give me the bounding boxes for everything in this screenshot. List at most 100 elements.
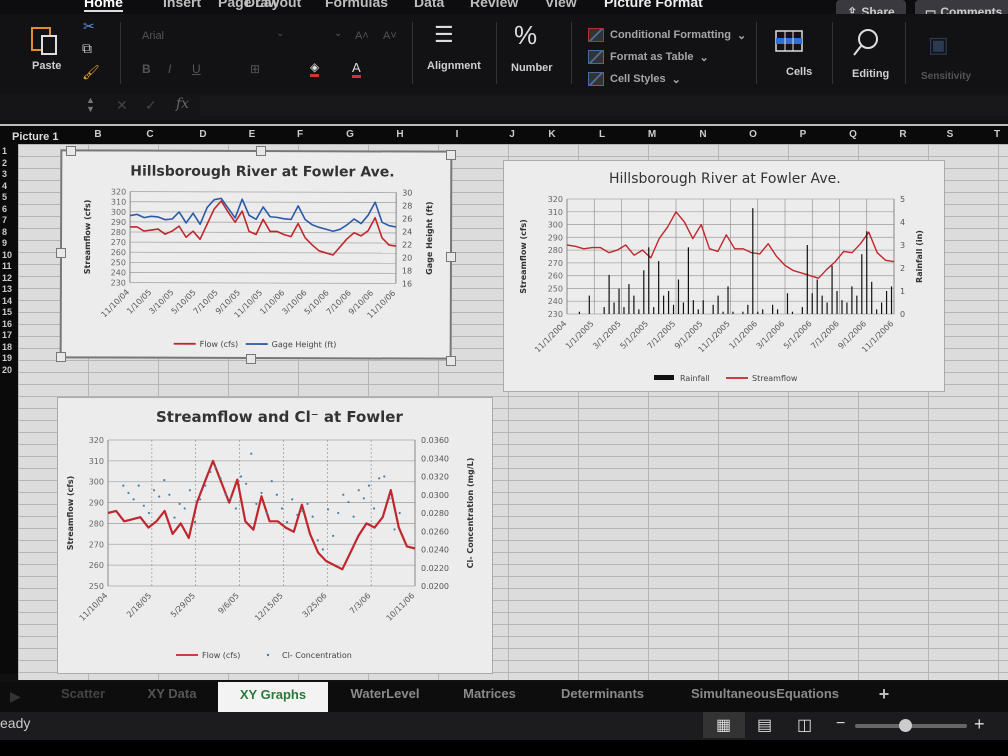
sheet-tab-scatter[interactable]: Scatter bbox=[58, 686, 108, 701]
column-header[interactable]: N bbox=[693, 129, 713, 140]
column-header[interactable]: B bbox=[88, 129, 108, 140]
column-header[interactable]: E bbox=[242, 129, 262, 140]
scroll-sheets-icon[interactable]: ▶ bbox=[10, 688, 21, 705]
page-layout-view-icon[interactable]: ▤ bbox=[757, 715, 772, 735]
cells-label[interactable]: Cells bbox=[786, 66, 812, 78]
row-header[interactable]: 9 bbox=[2, 238, 7, 248]
tab-data[interactable]: Data bbox=[414, 0, 444, 10]
resize-handle[interactable] bbox=[446, 150, 456, 160]
row-header[interactable]: 13 bbox=[2, 284, 12, 294]
sheet-tab-waterlevel[interactable]: WaterLevel bbox=[340, 686, 430, 701]
number-percent-icon[interactable]: % bbox=[514, 20, 537, 51]
resize-handle[interactable] bbox=[246, 354, 256, 364]
add-sheet-button[interactable]: + bbox=[872, 684, 896, 705]
y-tick-label: 290 bbox=[548, 233, 563, 242]
sheet-tab-simultaneousequations[interactable]: SimultaneousEquations bbox=[680, 686, 850, 701]
row-header[interactable]: 7 bbox=[2, 215, 7, 225]
row-header[interactable]: 12 bbox=[2, 273, 12, 283]
y2-tick-label: 16 bbox=[402, 280, 412, 289]
search-icon[interactable] bbox=[852, 28, 880, 58]
row-header[interactable]: 4 bbox=[2, 181, 7, 191]
column-header[interactable]: C bbox=[140, 129, 160, 140]
column-header[interactable]: L bbox=[592, 129, 612, 140]
chart-rainfall-streamflow[interactable]: Hillsborough River at Fowler Ave. 320 310… bbox=[503, 160, 945, 392]
column-header[interactable]: I bbox=[447, 129, 467, 140]
series-line-gage-height-ft- bbox=[130, 197, 397, 233]
sheet-tab-xy-data[interactable]: XY Data bbox=[140, 686, 204, 701]
format-painter-icon[interactable]: 🖌 bbox=[82, 64, 100, 81]
chart-flow-gage[interactable]: Hillsborough River at Fowler Ave. 320 310… bbox=[59, 149, 453, 360]
font-color-icon[interactable]: A bbox=[352, 60, 361, 78]
column-header[interactable]: R bbox=[893, 129, 913, 140]
zoom-in-button[interactable]: + bbox=[974, 714, 985, 735]
tab-review[interactable]: Review bbox=[470, 0, 518, 10]
resize-handle[interactable] bbox=[446, 252, 456, 262]
format-as-table-button[interactable]: Format as Table ⌄ bbox=[588, 50, 709, 64]
page-break-view-icon[interactable]: ◫ bbox=[797, 715, 812, 735]
namebox-stepper-icon[interactable]: ▲ ▼ bbox=[86, 96, 95, 114]
row-header[interactable]: 18 bbox=[2, 342, 12, 352]
row-header[interactable]: 8 bbox=[2, 227, 7, 237]
column-header[interactable]: O bbox=[743, 129, 763, 140]
conditional-formatting-button[interactable]: Conditional Formatting ⌄ bbox=[588, 28, 746, 42]
name-box[interactable]: Picture 1 bbox=[12, 131, 58, 143]
cells-icon[interactable] bbox=[775, 28, 805, 54]
column-header[interactable]: M bbox=[642, 129, 662, 140]
row-header[interactable]: 10 bbox=[2, 250, 12, 260]
column-header[interactable]: T bbox=[987, 129, 1007, 140]
tab-view[interactable]: View bbox=[545, 0, 577, 10]
alignment-icon[interactable]: ☰ bbox=[434, 24, 454, 46]
row-header[interactable]: 11 bbox=[2, 261, 12, 271]
zoom-out-button[interactable]: − bbox=[836, 715, 845, 733]
resize-handle[interactable] bbox=[446, 356, 456, 366]
column-header[interactable]: D bbox=[193, 129, 213, 140]
column-header[interactable]: P bbox=[793, 129, 813, 140]
fx-icon: fx bbox=[176, 96, 190, 112]
cut-icon[interactable]: ✂ bbox=[83, 18, 95, 35]
row-header[interactable]: 3 bbox=[2, 169, 7, 179]
column-header[interactable]: H bbox=[390, 129, 410, 140]
column-header[interactable]: S bbox=[940, 129, 960, 140]
tab-insert[interactable]: Insert bbox=[163, 0, 201, 10]
number-label[interactable]: Number bbox=[511, 62, 553, 74]
row-header[interactable]: 1 bbox=[2, 146, 7, 156]
resize-handle[interactable] bbox=[56, 352, 66, 362]
sheet-tab-xy-graphs[interactable]: XY Graphs bbox=[218, 682, 328, 712]
chart-streamflow-chloride[interactable]: Streamflow and Cl⁻ at Fowler 320 310 300 29… bbox=[57, 397, 493, 674]
resize-handle[interactable] bbox=[256, 146, 266, 156]
row-header[interactable]: 5 bbox=[2, 192, 7, 202]
sheet-tab-matrices[interactable]: Matrices bbox=[452, 686, 527, 701]
row-header[interactable]: 17 bbox=[2, 330, 12, 340]
font-name-select[interactable]: Arial bbox=[142, 30, 164, 42]
legend-label: Flow (cfs) bbox=[200, 340, 238, 349]
column-header[interactable]: J bbox=[502, 129, 522, 140]
row-header[interactable]: 15 bbox=[2, 307, 12, 317]
sheet-tab-determinants[interactable]: Determinants bbox=[550, 686, 655, 701]
row-header[interactable]: 6 bbox=[2, 204, 7, 214]
column-header[interactable]: F bbox=[290, 129, 310, 140]
cell-styles-button[interactable]: Cell Styles ⌄ bbox=[588, 72, 681, 86]
paste-button[interactable]: Paste bbox=[30, 24, 66, 74]
row-header[interactable]: 20 bbox=[2, 365, 12, 375]
zoom-slider[interactable] bbox=[855, 719, 967, 732]
tab-picture-format[interactable]: Picture Format bbox=[604, 0, 703, 10]
column-header[interactable]: K bbox=[542, 129, 562, 140]
tab-formulas[interactable]: Formulas bbox=[325, 0, 388, 10]
column-header[interactable]: G bbox=[340, 129, 360, 140]
column-header[interactable]: Q bbox=[843, 129, 863, 140]
fill-color-icon[interactable]: ◈ bbox=[310, 60, 320, 77]
row-header[interactable]: 16 bbox=[2, 319, 12, 329]
resize-handle[interactable] bbox=[56, 248, 66, 258]
copy-icon[interactable]: ⧉ bbox=[82, 40, 92, 57]
chloride-point bbox=[337, 511, 340, 515]
row-header[interactable]: 2 bbox=[2, 158, 7, 168]
formula-input[interactable] bbox=[200, 96, 1008, 116]
row-header[interactable]: 19 bbox=[2, 353, 12, 363]
zoom-slider-thumb[interactable] bbox=[899, 719, 913, 732]
editing-label[interactable]: Editing bbox=[852, 68, 889, 80]
alignment-label[interactable]: Alignment bbox=[427, 60, 481, 72]
row-header[interactable]: 14 bbox=[2, 296, 12, 306]
tab-page-layout[interactable]: Page Layout bbox=[218, 0, 301, 10]
resize-handle[interactable] bbox=[66, 146, 76, 156]
tab-home[interactable]: Home bbox=[84, 0, 123, 12]
